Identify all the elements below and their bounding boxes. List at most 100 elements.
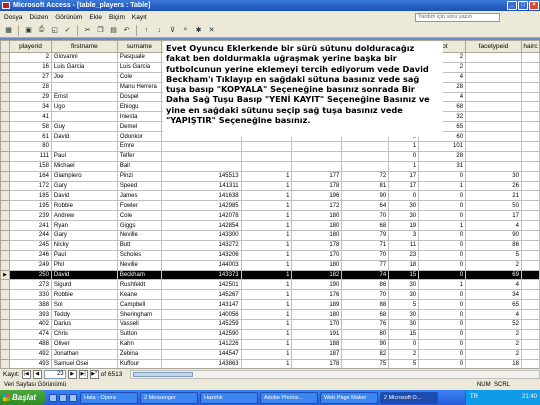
table-cell[interactable] xyxy=(520,190,540,202)
table-cell[interactable]: 86 xyxy=(341,279,390,291)
table-cell[interactable]: Beckham xyxy=(116,269,162,281)
taskbar-item[interactable]: 2 Messenger xyxy=(140,391,198,404)
table-cell[interactable] xyxy=(240,141,293,152)
table-cell[interactable]: 111 xyxy=(8,150,52,162)
table-cell[interactable] xyxy=(465,150,522,162)
table-cell[interactable]: Darius xyxy=(50,319,118,330)
table-cell[interactable]: 11 xyxy=(388,239,420,251)
table-cell[interactable]: Telfer xyxy=(116,150,162,162)
table-cell[interactable]: 0 xyxy=(418,358,467,368)
table-cell[interactable] xyxy=(520,328,540,340)
horizontal-scrollbar[interactable] xyxy=(130,370,540,379)
table-cell[interactable] xyxy=(520,348,540,360)
table-cell[interactable]: 250 xyxy=(8,269,52,281)
row-selector[interactable] xyxy=(0,180,10,192)
table-cell[interactable]: 1 xyxy=(240,249,293,261)
table-cell[interactable]: Fowler xyxy=(116,200,162,212)
table-cell[interactable]: 195 xyxy=(8,200,52,212)
view-icon[interactable]: ▦ xyxy=(3,25,14,36)
maximize-button[interactable]: □ xyxy=(518,1,528,10)
table-cell[interactable]: 144547 xyxy=(160,348,242,360)
table-cell[interactable]: 88 xyxy=(341,299,390,311)
table-cell[interactable]: 176 xyxy=(291,289,343,301)
table-cell[interactable]: 21 xyxy=(465,190,522,202)
table-cell[interactable]: 2 xyxy=(465,348,522,360)
table-cell[interactable]: 30 xyxy=(388,309,420,321)
table-cell[interactable]: 142590 xyxy=(160,328,242,340)
table-cell[interactable]: 245 xyxy=(8,239,52,251)
row-selector[interactable] xyxy=(0,71,10,83)
table-cell[interactable] xyxy=(520,358,540,368)
table-row[interactable]: 241 Ryan Giggs 142854 1 180 68 19 1 4 xyxy=(0,220,540,232)
table-cell[interactable]: 493 xyxy=(8,358,52,368)
table-cell[interactable] xyxy=(520,249,540,261)
table-cell[interactable] xyxy=(291,141,343,152)
table-cell[interactable]: 4 xyxy=(465,279,522,291)
table-cell[interactable]: 0 xyxy=(418,230,467,241)
table-cell[interactable]: Gary xyxy=(50,230,118,241)
table-cell[interactable]: 143272 xyxy=(160,239,242,251)
table-cell[interactable] xyxy=(520,150,540,162)
column-header[interactable]: playerid xyxy=(8,40,52,53)
new-record-button[interactable]: ▶* xyxy=(89,370,99,379)
row-selector[interactable] xyxy=(0,111,10,123)
table-cell[interactable]: 180 xyxy=(291,210,343,222)
table-cell[interactable]: 180 xyxy=(291,259,343,271)
table-cell[interactable] xyxy=(291,160,343,172)
taskbar-item[interactable]: Adobe Photos... xyxy=(260,391,318,404)
table-cell[interactable]: 0 xyxy=(418,200,467,212)
table-cell[interactable] xyxy=(160,141,242,152)
table-cell[interactable]: 172 xyxy=(291,200,343,212)
table-cell[interactable]: 2 xyxy=(465,328,522,340)
row-selector[interactable] xyxy=(0,259,10,271)
table-cell[interactable] xyxy=(520,289,540,301)
table-cell[interactable] xyxy=(50,111,118,123)
table-cell[interactable]: 172 xyxy=(8,180,52,192)
table-cell[interactable] xyxy=(465,61,522,73)
table-cell[interactable]: 86 xyxy=(465,239,522,251)
table-cell[interactable]: 70 xyxy=(341,249,390,261)
table-row[interactable]: 244 Gary Neville 143300 1 180 79 3 0 90 xyxy=(0,230,540,241)
table-cell[interactable] xyxy=(50,141,118,152)
column-header[interactable]: facetypeid xyxy=(465,40,522,53)
table-cell[interactable]: Nicky xyxy=(50,239,118,251)
row-selector[interactable] xyxy=(0,279,10,291)
table-cell[interactable]: 246 xyxy=(8,249,52,261)
table-cell[interactable]: 177 xyxy=(291,170,343,182)
next-record-button[interactable]: ▶ xyxy=(67,370,77,379)
row-selector[interactable] xyxy=(0,61,10,73)
table-cell[interactable]: Samuel Osei xyxy=(50,358,118,368)
sort-descending-icon[interactable]: ↓ xyxy=(154,25,165,36)
table-cell[interactable]: 0 xyxy=(418,210,467,222)
table-cell[interactable]: 1 xyxy=(240,180,293,192)
menu-file[interactable]: Dosya xyxy=(4,14,22,21)
table-cell[interactable]: Campbell xyxy=(116,299,162,311)
table-cell[interactable]: 164 xyxy=(8,170,52,182)
table-cell[interactable]: 30 xyxy=(388,289,420,301)
table-cell[interactable]: 4 xyxy=(465,220,522,232)
table-cell[interactable]: 30 xyxy=(388,279,420,291)
table-cell[interactable]: 71 xyxy=(341,239,390,251)
row-selector[interactable] xyxy=(0,160,10,172)
table-row[interactable]: 493 Samuel Osei Kuffour 143863 1 178 75 5 0 18 xyxy=(0,358,540,368)
row-selector[interactable] xyxy=(0,52,10,63)
table-cell[interactable]: 80 xyxy=(8,141,52,152)
table-cell[interactable]: Cole xyxy=(116,210,162,222)
table-cell[interactable]: 180 xyxy=(291,309,343,321)
table-cell[interactable]: 141226 xyxy=(160,338,242,350)
table-cell[interactable]: Phil xyxy=(50,259,118,271)
table-cell[interactable] xyxy=(520,230,540,241)
quick-launch-icon[interactable] xyxy=(49,393,57,402)
table-cell[interactable]: 178 xyxy=(291,180,343,192)
table-cell[interactable]: 488 xyxy=(8,338,52,350)
table-cell[interactable]: 29 xyxy=(8,91,52,103)
find-icon[interactable]: ⌕ xyxy=(180,25,191,36)
table-cell[interactable]: Gary xyxy=(50,180,118,192)
table-cell[interactable]: 1 xyxy=(240,299,293,311)
table-cell[interactable]: 76 xyxy=(341,319,390,330)
table-cell[interactable] xyxy=(520,101,540,113)
table-cell[interactable] xyxy=(520,71,540,83)
table-cell[interactable]: 4 xyxy=(465,309,522,321)
table-cell[interactable]: 0 xyxy=(418,319,467,330)
menu-format[interactable]: Biçim xyxy=(109,14,125,21)
